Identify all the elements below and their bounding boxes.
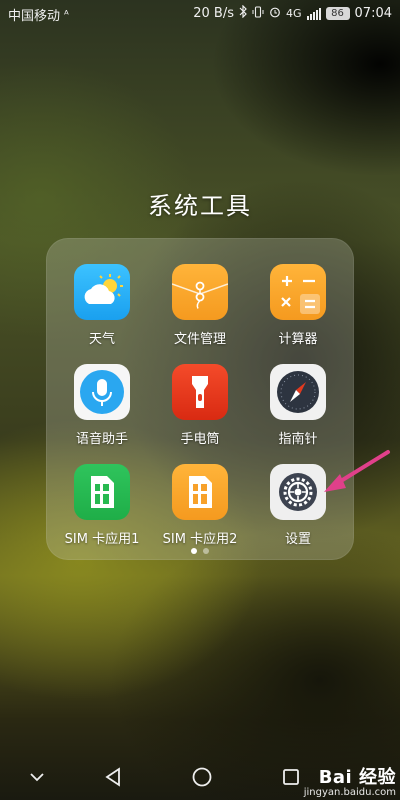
- signal-icon: [306, 7, 321, 20]
- app-label: 设置: [284, 532, 311, 547]
- calculator-icon: [270, 264, 326, 320]
- status-left: 中国移动 ᴬ: [8, 5, 69, 24]
- app-label: 手电筒: [180, 432, 220, 447]
- annotation-arrow: [324, 450, 390, 492]
- system-tools-folder: 天气 文件管理 计算器 语音助手 手电筒 指南针 SIM 卡应用1 SIM 卡应…: [46, 238, 354, 560]
- compass-icon: [270, 364, 326, 420]
- alarm-icon: [269, 6, 281, 22]
- home-icon[interactable]: [187, 762, 217, 792]
- vibrate-icon: [252, 5, 264, 22]
- voice-assistant-icon: [74, 364, 130, 420]
- bluetooth-icon: [239, 4, 247, 22]
- app-calculator[interactable]: 计算器: [248, 264, 348, 347]
- recents-icon[interactable]: [276, 762, 306, 792]
- chevron-down-icon[interactable]: [22, 762, 52, 792]
- app-voice-assistant[interactable]: 语音助手: [52, 364, 152, 447]
- network-type: 4G: [286, 7, 302, 20]
- app-label: 语音助手: [75, 432, 128, 447]
- watermark-brand: Bai 经验: [318, 767, 396, 788]
- back-icon[interactable]: [98, 762, 128, 792]
- carrier-badge: ᴬ: [64, 8, 69, 21]
- network-speed: 20 B/s: [193, 6, 234, 21]
- app-sim-1[interactable]: SIM 卡应用1: [52, 464, 152, 547]
- page-indicator: [0, 548, 400, 554]
- page-dot[interactable]: [203, 548, 209, 554]
- page-dot-active[interactable]: [191, 548, 197, 554]
- sim-app-icon: [172, 464, 228, 520]
- app-compass[interactable]: 指南针: [248, 364, 348, 447]
- flashlight-icon: [172, 364, 228, 420]
- status-right: 20 B/s 4G 86 07:04: [193, 4, 392, 22]
- app-label: 天气: [88, 332, 115, 347]
- app-file-manager[interactable]: 文件管理: [150, 264, 250, 347]
- app-label: 指南针: [278, 432, 318, 447]
- carrier-name: 中国移动: [8, 9, 61, 24]
- clock-time: 07:04: [354, 6, 392, 21]
- app-flashlight[interactable]: 手电筒: [150, 364, 250, 447]
- file-manager-icon: [172, 264, 228, 320]
- baidu-watermark: Bai 经验 jingyan.baidu.com: [304, 763, 396, 798]
- sim-app-icon: [74, 464, 130, 520]
- watermark-url: jingyan.baidu.com: [303, 787, 396, 798]
- battery-icon: 86: [325, 7, 350, 20]
- app-label: SIM 卡应用1: [64, 532, 140, 547]
- app-label: SIM 卡应用2: [162, 532, 238, 547]
- app-label: 计算器: [278, 332, 318, 347]
- app-weather[interactable]: 天气: [52, 264, 152, 347]
- app-label: 文件管理: [173, 332, 226, 347]
- app-sim-2[interactable]: SIM 卡应用2: [150, 464, 250, 547]
- status-bar: 中国移动 ᴬ 20 B/s 4G 86 07:04: [0, 0, 400, 26]
- weather-icon: [74, 264, 130, 320]
- folder-title[interactable]: 系统工具: [0, 186, 400, 221]
